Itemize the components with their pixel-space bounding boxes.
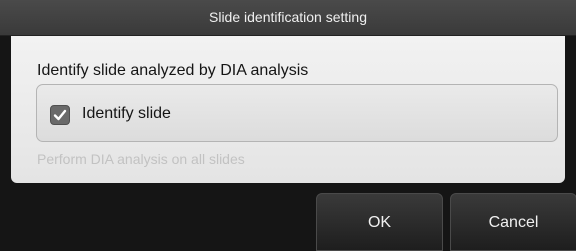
slide-identification-dialog: Slide identification setting Identify sl… (0, 0, 576, 251)
identify-slide-option[interactable]: Identify slide (36, 84, 558, 142)
cancel-button[interactable]: Cancel (450, 193, 576, 251)
section-label: Identify slide analyzed by DIA analysis (37, 62, 309, 79)
checkmark-icon (53, 109, 67, 121)
identify-slide-label: Identify slide (82, 105, 171, 122)
dialog-content-panel: Identify slide analyzed by DIA analysis … (11, 36, 565, 183)
ok-button[interactable]: OK (316, 193, 443, 251)
dialog-title: Slide identification setting (0, 0, 576, 36)
identify-slide-checkbox[interactable] (50, 105, 70, 125)
all-slides-hint: Perform DIA analysis on all slides (37, 151, 245, 167)
